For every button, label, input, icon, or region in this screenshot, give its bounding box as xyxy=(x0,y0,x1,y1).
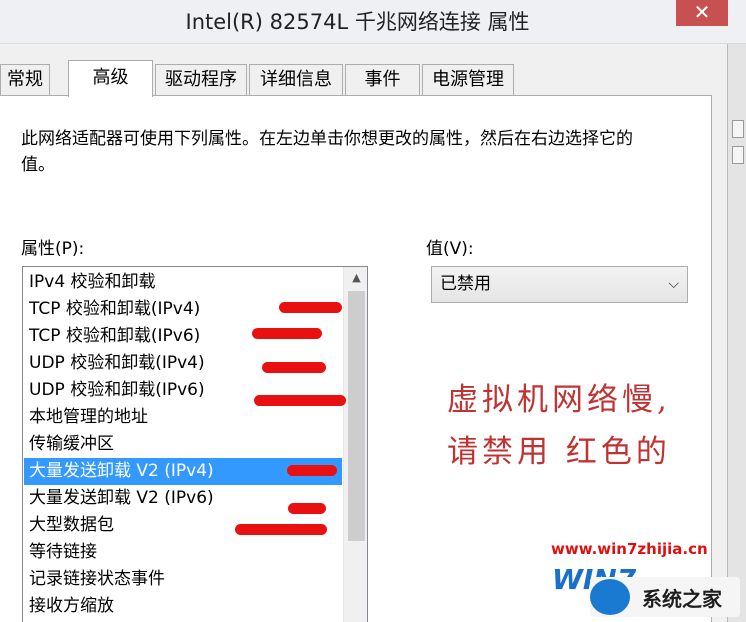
chevron-down-icon: ⌵ xyxy=(668,276,679,292)
tab-events[interactable]: 事件 xyxy=(345,64,420,96)
list-item[interactable]: 记录链接状态事件 xyxy=(24,566,342,593)
red-scribble-mark xyxy=(252,328,322,339)
red-scribble-mark xyxy=(288,503,326,514)
watermark-badge: 系统之家 xyxy=(590,577,740,617)
tab-details[interactable]: 详细信息 xyxy=(249,64,343,96)
value-selected-text: 已禁用 xyxy=(440,274,491,294)
red-scribble-mark xyxy=(279,302,342,313)
red-scribble-mark xyxy=(262,362,326,373)
value-label: 值(V): xyxy=(426,239,474,259)
annotation-line-1: 虚拟机网络慢, xyxy=(447,382,671,418)
list-item[interactable]: 接收方缩放 xyxy=(24,593,342,620)
tab-driver[interactable]: 驱动程序 xyxy=(155,64,247,96)
value-select[interactable]: 已禁用 ⌵ xyxy=(431,266,688,303)
tab-strip: 常规 高级 驱动程序 详细信息 事件 电源管理 xyxy=(0,60,727,97)
annotation-line-2: 请禁用 红色的 xyxy=(447,434,671,470)
tab-power-management[interactable]: 电源管理 xyxy=(422,64,514,96)
list-item[interactable]: 等待链接 xyxy=(24,539,342,566)
list-item[interactable]: 本地管理的地址 xyxy=(24,404,342,431)
scroll-thumb[interactable] xyxy=(348,291,365,541)
window-title: Intel(R) 82574L 千兆网络连接 属性 xyxy=(185,10,530,34)
list-scrollbar[interactable]: ▲ xyxy=(343,267,367,622)
close-button[interactable]: ✕ xyxy=(676,0,728,26)
list-item[interactable]: IPv4 校验和卸载 xyxy=(24,269,342,296)
panel-description: 此网络适配器可使用下列属性。在左边单击你想更改的属性，然后在右边选择它的值。 xyxy=(21,129,633,175)
red-scribble-mark xyxy=(235,524,327,535)
red-scribble-mark xyxy=(254,395,346,406)
close-icon: ✕ xyxy=(693,0,711,24)
edge-control-icon xyxy=(732,120,744,138)
property-label: 属性(P): xyxy=(21,239,85,259)
scroll-up-arrow-icon[interactable]: ▲ xyxy=(344,267,367,289)
background-window-edge xyxy=(727,44,746,622)
tab-advanced[interactable]: 高级 xyxy=(68,60,153,97)
red-scribble-mark xyxy=(287,465,337,476)
watermark-brand: 系统之家 xyxy=(642,587,722,611)
property-listbox[interactable]: IPv4 校验和卸载 TCP 校验和卸载(IPv4) TCP 校验和卸载(IPv… xyxy=(22,266,368,622)
edge-control-icon xyxy=(732,146,744,164)
title-bar: Intel(R) 82574L 千兆网络连接 属性 ✕ xyxy=(0,0,746,44)
watermark-url: www.win7zhijia.cn xyxy=(551,540,708,558)
list-item[interactable]: 传输缓冲区 xyxy=(24,431,342,458)
tab-general[interactable]: 常规 xyxy=(0,64,50,96)
house-logo-icon xyxy=(590,579,630,615)
